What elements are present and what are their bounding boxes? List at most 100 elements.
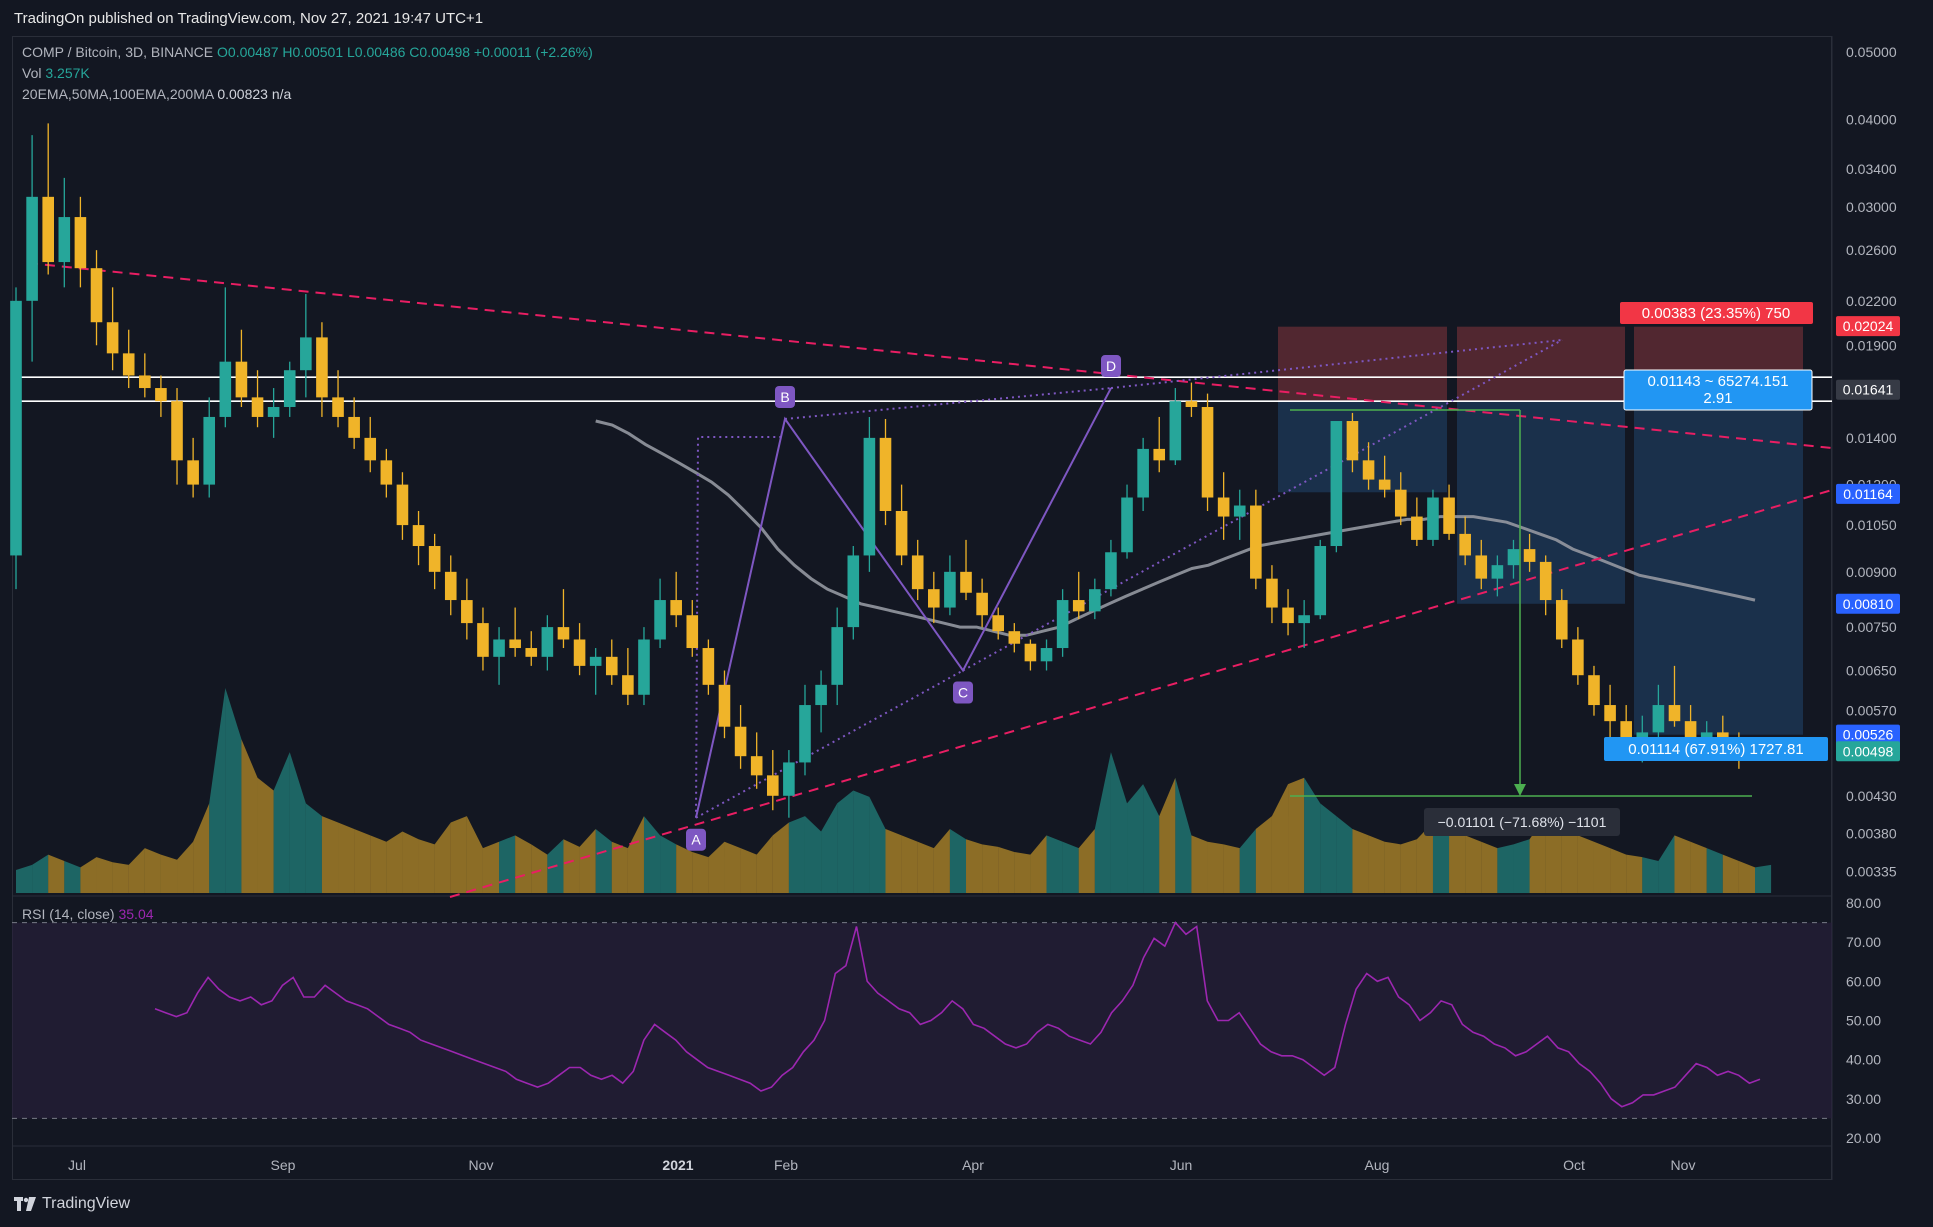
x-tick-label-4: Feb xyxy=(774,1157,798,1173)
candle-body-73 xyxy=(1185,401,1198,408)
candle-body-95 xyxy=(1539,561,1552,601)
y-tick-label-10: 0.00900 xyxy=(1846,564,1897,580)
ma-legend[interactable]: 20EMA,50MA,100EMA,200MA 0.00823 n/a xyxy=(22,86,291,102)
candle-body-61 xyxy=(992,615,1005,632)
candle-body-71 xyxy=(1153,448,1166,461)
candle-body-80 xyxy=(1298,615,1310,624)
volume-area-108 xyxy=(1755,864,1772,893)
y-tick-label-13: 0.00570 xyxy=(1846,702,1897,718)
target-label: 0.01143 ~ 65274.151 xyxy=(1647,373,1788,390)
candle-body-3 xyxy=(58,217,71,263)
tradingview-logo[interactable]: TradingView xyxy=(14,1195,130,1213)
candle-body-67 xyxy=(1089,589,1101,612)
volume-area-58 xyxy=(949,828,967,893)
target-zone-2 xyxy=(1634,401,1803,735)
candle-body-29 xyxy=(477,623,489,657)
candle-body-19 xyxy=(316,337,328,398)
candle-body-47 xyxy=(766,775,779,796)
harmonic-label-D: D xyxy=(1106,358,1116,374)
y-tick-label-0: 0.05000 xyxy=(1846,44,1897,60)
volume-area-12 xyxy=(209,688,226,893)
volume-area-56 xyxy=(917,841,934,893)
candle-body-44 xyxy=(718,684,731,727)
candle-body-102 xyxy=(1652,705,1665,733)
volume-area-73 xyxy=(1191,835,1208,893)
volume-area-53 xyxy=(869,796,886,893)
tradingview-logo-icon xyxy=(14,1197,36,1211)
candle-body-56 xyxy=(911,555,924,590)
candle-body-59 xyxy=(960,571,972,593)
symbol-legend[interactable]: COMP / Bitcoin, 3D, BINANCE O0.00487 H0.… xyxy=(22,44,593,60)
candle-body-54 xyxy=(879,437,892,511)
volume-area-40 xyxy=(660,835,677,893)
volume-area-105 xyxy=(1706,848,1723,893)
volume-area-61 xyxy=(998,846,1015,893)
volume-area-14 xyxy=(241,739,258,893)
volume-area-70 xyxy=(1143,784,1160,893)
volume-legend[interactable]: Vol 3.257K xyxy=(22,65,90,81)
y-tick-label-11: 0.00750 xyxy=(1846,619,1897,635)
y-tick-label-16: 0.00335 xyxy=(1846,863,1897,879)
stop-zone-0 xyxy=(1278,326,1447,402)
volume-area-101 xyxy=(1642,857,1659,893)
candle-body-25 xyxy=(412,525,425,547)
x-tick-label-5: Apr xyxy=(962,1157,984,1173)
candle-body-91 xyxy=(1475,555,1488,579)
y-tick-label-6: 0.01900 xyxy=(1846,337,1897,353)
volume-area-2 xyxy=(48,854,65,893)
candle-body-24 xyxy=(396,484,409,526)
volume-area-47 xyxy=(772,822,789,893)
volume-area-42 xyxy=(692,852,709,893)
volume-area-79 xyxy=(1288,777,1305,893)
candle-body-18 xyxy=(300,337,312,371)
candle-body-81 xyxy=(1314,546,1327,616)
rsi-value: 35.04 xyxy=(118,906,154,922)
candle-body-75 xyxy=(1217,497,1230,517)
volume-area-9 xyxy=(160,854,178,893)
x-tick-label-7: Aug xyxy=(1365,1157,1390,1173)
candle-body-27 xyxy=(444,571,457,601)
candle-body-86 xyxy=(1394,489,1407,517)
volume-area-65 xyxy=(1062,841,1079,893)
price-badge-1: 0.01641 xyxy=(1843,382,1894,398)
candle-body-97 xyxy=(1572,639,1584,676)
rsi-tick-label-5: 30.00 xyxy=(1846,1091,1881,1107)
candle-body-14 xyxy=(235,361,248,398)
candle-body-98 xyxy=(1588,675,1600,706)
candle-body-93 xyxy=(1507,549,1520,566)
chart-canvas[interactable]: 0.05000 0.04000 0.03400 0.03000 0.02600 0.022… xyxy=(0,0,1933,1227)
candle-body-57 xyxy=(928,589,940,608)
candle-body-37 xyxy=(605,656,618,676)
volume-area-32 xyxy=(531,844,548,893)
y-tick-label-2: 0.03400 xyxy=(1846,161,1897,177)
candle-body-84 xyxy=(1362,460,1375,480)
ma-label: 20EMA,50MA,100EMA,200MA xyxy=(22,86,214,102)
candle-body-36 xyxy=(589,656,602,666)
x-tick-label-0: Jul xyxy=(68,1157,86,1173)
rsi-tick-label-0: 80.00 xyxy=(1846,895,1881,911)
symbol-name[interactable]: COMP / Bitcoin, 3D, BINANCE xyxy=(22,44,213,60)
volume-label: Vol xyxy=(22,65,42,81)
candle-body-99 xyxy=(1604,705,1616,722)
candle-body-70 xyxy=(1137,448,1149,498)
candle-body-9 xyxy=(155,388,167,402)
volume-area-77 xyxy=(1255,816,1272,893)
y-tick-label-5: 0.02200 xyxy=(1846,293,1897,309)
volume-area-55 xyxy=(901,835,918,893)
volume-area-85 xyxy=(1384,841,1401,893)
x-tick-label-9: Nov xyxy=(1671,1157,1696,1173)
stop-label: 0.00383 (23.35%) 750 xyxy=(1642,305,1790,322)
volume-area-3 xyxy=(64,860,81,893)
candle-body-88 xyxy=(1427,497,1439,540)
candle-body-52 xyxy=(847,555,860,628)
candle-body-4 xyxy=(74,217,87,269)
candle-body-0 xyxy=(10,300,22,556)
volume-area-13 xyxy=(225,688,242,893)
price-badge-0: 0.02024 xyxy=(1843,318,1894,334)
rsi-legend[interactable]: RSI (14, close) 35.04 xyxy=(22,906,154,922)
candle-body-17 xyxy=(283,370,296,408)
volume-area-41 xyxy=(676,844,693,893)
candle-body-6 xyxy=(106,322,119,354)
y-tick-label-9: 0.01050 xyxy=(1846,517,1897,533)
rsi-tick-label-6: 20.00 xyxy=(1846,1130,1881,1146)
